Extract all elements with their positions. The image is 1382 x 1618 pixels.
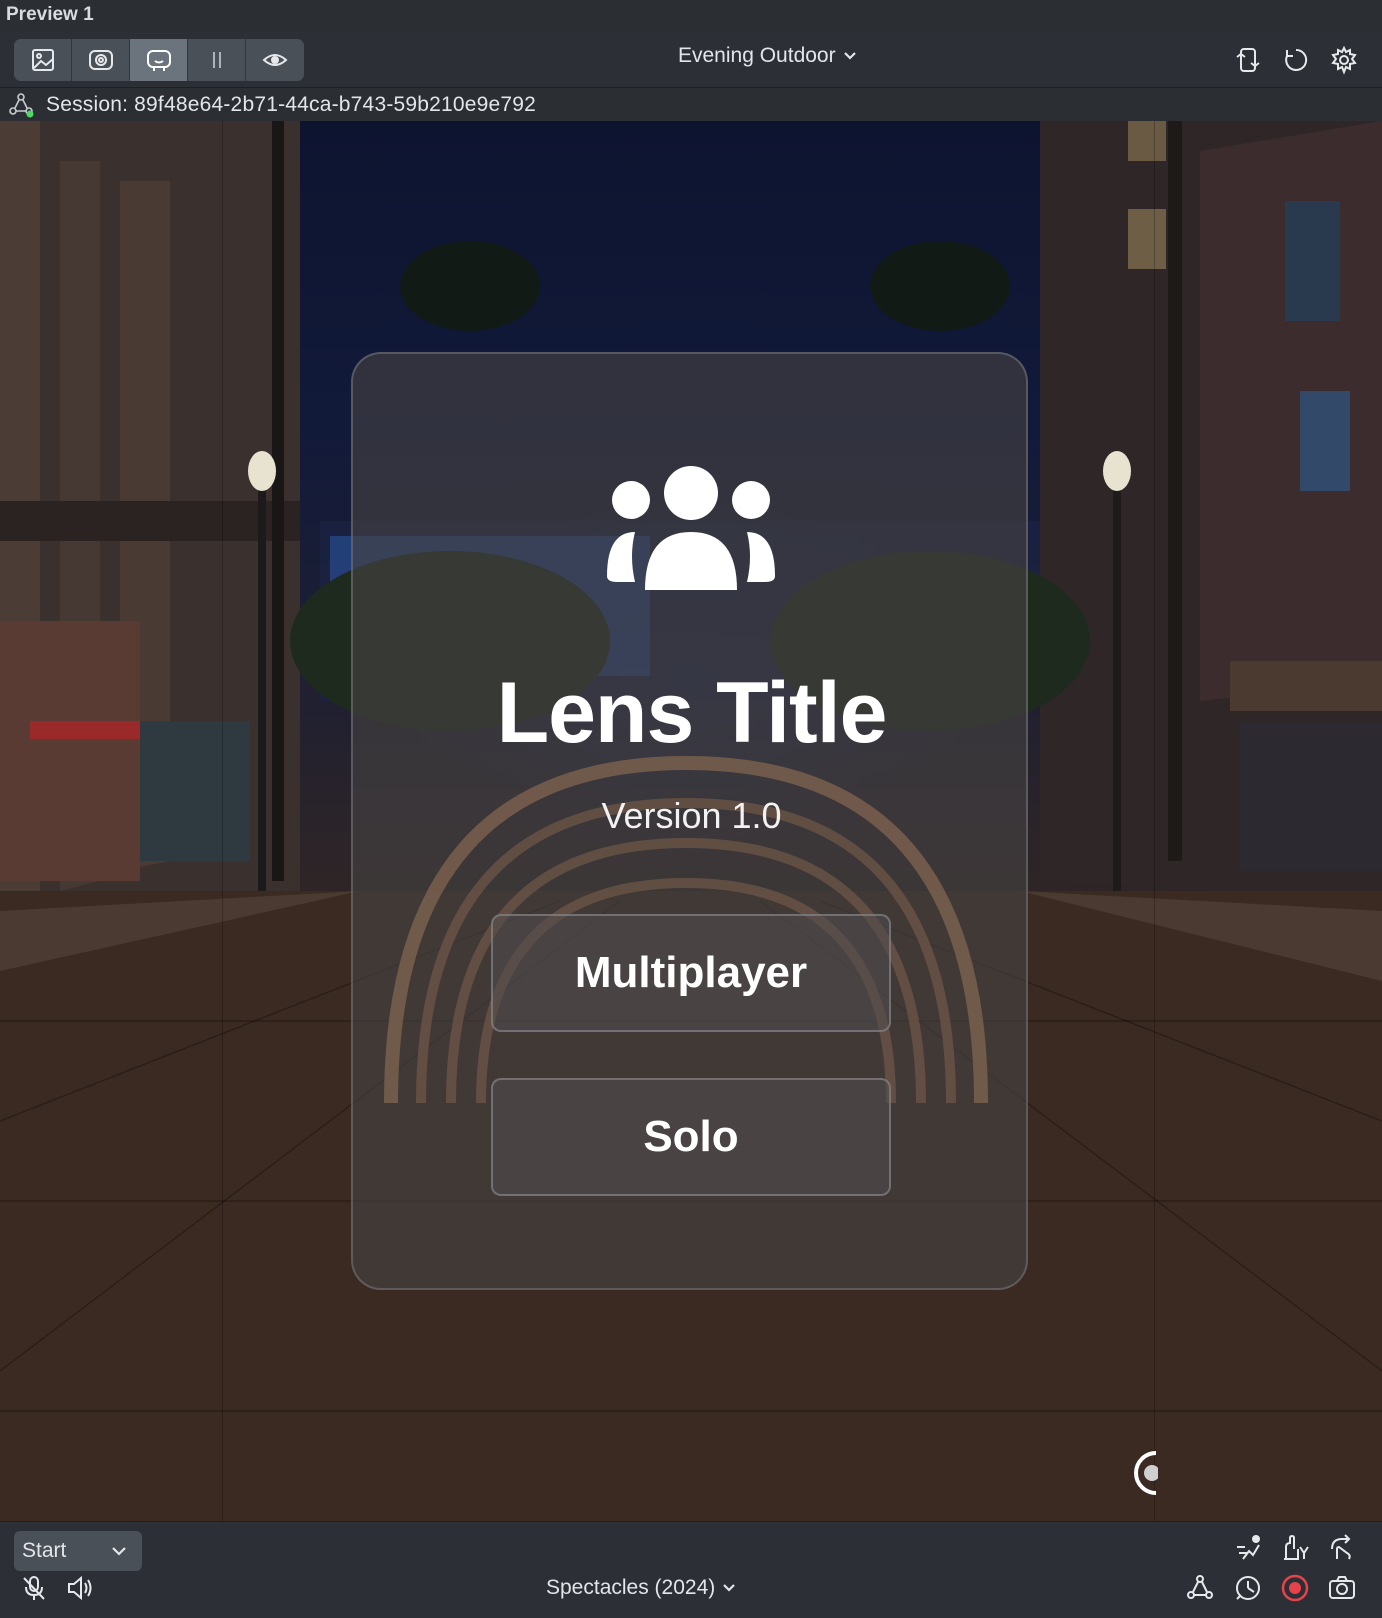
environment-dropdown[interactable]: Evening Outdoor (678, 44, 858, 68)
microphone-muted-icon (23, 1576, 45, 1600)
record-icon (1281, 1574, 1309, 1602)
image-view-icon (31, 49, 54, 71)
speaker-icon (68, 1575, 92, 1601)
panel-title: Preview 1 (6, 4, 94, 25)
interactive-preview-button[interactable] (130, 39, 188, 81)
settings-button[interactable] (1324, 40, 1364, 80)
connected-session-icon (9, 93, 34, 118)
group-users-icon (607, 466, 775, 590)
settings-gear-icon (1331, 45, 1357, 75)
motion-button[interactable] (1230, 1530, 1266, 1566)
snapshot-timer-button[interactable] (1230, 1570, 1266, 1606)
preview-toolbar: Evening Outdoor (0, 32, 1382, 88)
preview-viewport[interactable]: Lens Title Version 1.0 Multiplayer Solo (0, 121, 1382, 1521)
connected-lens-icon (1187, 1575, 1213, 1599)
motion-icon (1237, 1535, 1260, 1560)
solo-button[interactable]: Solo (491, 1078, 891, 1196)
speaker-toggle[interactable] (62, 1570, 98, 1606)
refresh-icon (1285, 48, 1308, 71)
session-id: Session: 89f48e64-2b71-44ca-b743-59b210e… (46, 93, 537, 116)
environment-label: Evening Outdoor (678, 44, 836, 67)
start-dropdown[interactable]: Start (14, 1531, 142, 1571)
device-label: Spectacles (2024) (546, 1576, 716, 1599)
microphone-toggle[interactable] (16, 1570, 52, 1606)
hand-tracking-button[interactable] (1277, 1530, 1313, 1566)
record-button[interactable] (1277, 1570, 1313, 1606)
camera-icon (1329, 1576, 1355, 1599)
pause-button[interactable] (188, 39, 246, 81)
view-mode-group (14, 39, 304, 81)
connected-lens-button[interactable] (1182, 1570, 1218, 1606)
start-dropdown-label: Start (22, 1539, 67, 1562)
gesture-icon (1331, 1534, 1351, 1560)
reset-device-button[interactable] (1228, 40, 1268, 80)
hand-tracking-icon (1284, 1534, 1309, 1560)
viewport-edge-left (222, 121, 223, 1521)
gesture-button[interactable] (1324, 1530, 1360, 1566)
lens-start-card: Lens Title Version 1.0 Multiplayer Solo (351, 352, 1028, 1290)
chevron-down-icon (843, 52, 856, 60)
lens-version: Version 1.0 (601, 795, 782, 836)
multiplayer-button[interactable]: Multiplayer (491, 914, 891, 1032)
snapshot-timer-icon (1236, 1576, 1260, 1600)
image-view-button[interactable] (14, 39, 72, 81)
visibility-button[interactable] (246, 39, 304, 81)
screenshot-button[interactable] (1324, 1570, 1360, 1606)
chevron-down-icon (112, 1547, 126, 1556)
device-dropdown[interactable]: Spectacles (2024) (546, 1576, 737, 1600)
viewport-edge-right (1154, 121, 1155, 1521)
pause-icon (212, 52, 221, 68)
bottom-toolbar: Start Spectacles (2024) (0, 1521, 1382, 1618)
loading-spinner-icon (1134, 1451, 1158, 1495)
lens-title: Lens Title (496, 665, 888, 761)
eye-icon (262, 54, 288, 66)
camera-view-icon (88, 50, 113, 70)
session-bar: Session: 89f48e64-2b71-44ca-b743-59b210e… (0, 89, 1382, 121)
camera-view-button[interactable] (72, 39, 130, 81)
reset-device-icon (1236, 48, 1260, 72)
interactive-preview-icon (146, 50, 171, 71)
refresh-button[interactable] (1276, 40, 1316, 80)
chevron-down-icon (723, 1584, 736, 1592)
